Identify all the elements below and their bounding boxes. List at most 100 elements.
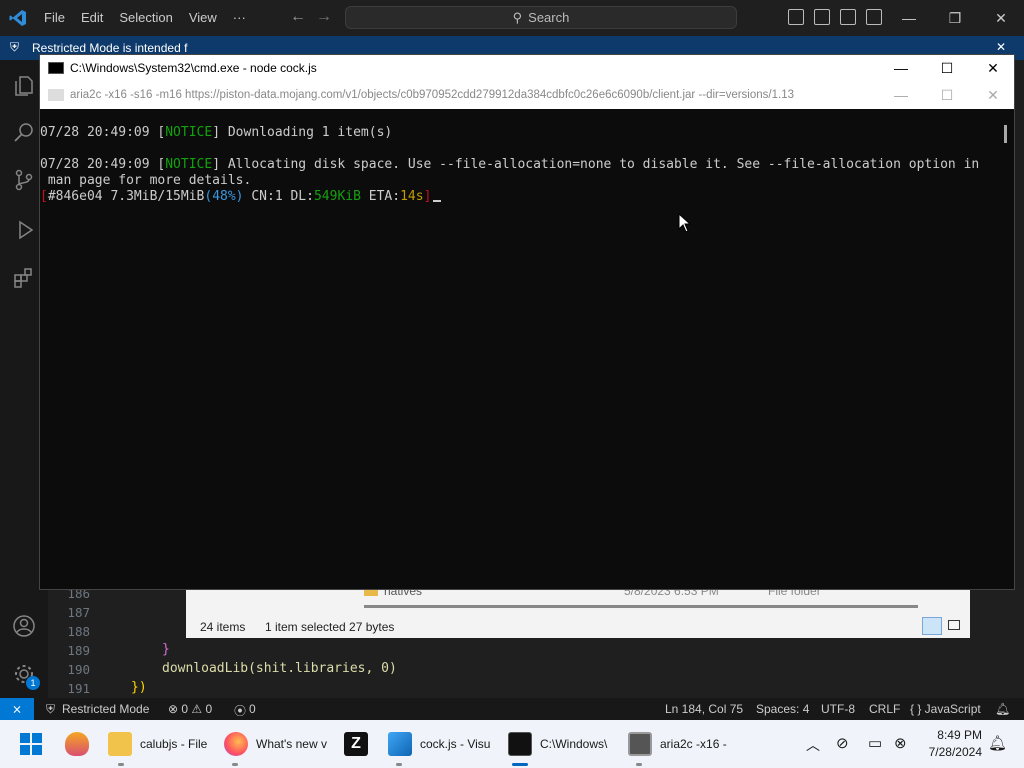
running-indicator (232, 763, 238, 766)
language-mode[interactable]: { } JavaScript (910, 702, 981, 716)
console-window-icon (628, 732, 652, 756)
status-bar: ⨯ ⛨ Restricted Mode ⊗ 0 ⚠ 0 ⦿ 0 Ln 184, … (0, 698, 1024, 720)
problems-status[interactable]: ⊗ 0 ⚠ 0 (168, 702, 212, 716)
folder-icon (108, 732, 132, 756)
ports-status[interactable]: 0 (249, 702, 256, 716)
close-button[interactable]: ✕ (978, 0, 1024, 36)
zed-icon: Z (344, 732, 368, 756)
terminal-line: 07/28 20:49:09 [NOTICE] Downloading 1 it… (40, 125, 393, 140)
search-icon[interactable] (12, 120, 36, 144)
terminal-scrollbar[interactable] (1001, 109, 1014, 589)
toggle-secondary-sidebar-icon[interactable] (840, 9, 856, 25)
aria2c-maximize-button[interactable]: ☐ (924, 82, 970, 108)
mouse-pointer-icon (678, 213, 692, 233)
code-line: downloadLib(shit.libraries, 0) (162, 661, 397, 676)
remote-icon[interactable]: ⨯ (0, 698, 34, 720)
tiles-view-icon[interactable] (948, 620, 960, 630)
aria2c-close-button[interactable]: ✕ (970, 82, 1016, 108)
encoding[interactable]: UTF-8 (821, 702, 855, 716)
taskbar-cmd[interactable]: C:\Windows\ (508, 720, 607, 768)
minimize-button[interactable]: — (886, 0, 932, 36)
explorer-icon[interactable] (12, 74, 36, 98)
firefox-icon (224, 732, 248, 756)
banner-text: Restricted Mode is intended f (32, 41, 188, 55)
aria2c-window-icon (48, 89, 64, 101)
menu-file[interactable]: File (36, 0, 73, 36)
line-number: 191 (67, 681, 90, 696)
chevron-up-icon[interactable]: ︿ (806, 735, 820, 755)
toggle-sidebar-icon[interactable] (788, 9, 804, 25)
text-cursor (433, 200, 442, 202)
restore-button[interactable]: ❐ (932, 0, 978, 36)
copilot-icon[interactable] (65, 732, 89, 756)
horizontal-scrollbar[interactable] (364, 605, 918, 608)
running-indicator (396, 763, 402, 766)
file-explorer-window[interactable]: natives 5/8/2023 6:53 PM File folder 24 … (186, 584, 970, 638)
running-indicator (636, 763, 642, 766)
details-view-icon[interactable] (922, 617, 942, 635)
active-indicator (512, 763, 528, 766)
cursor-position[interactable]: Ln 184, Col 75 (665, 702, 743, 716)
network-icon[interactable]: ▭ (868, 734, 882, 752)
forward-arrow-icon[interactable]: → (316, 8, 332, 26)
cmd-window[interactable]: C:\Windows\System32\cmd.exe - node cock.… (39, 54, 1015, 590)
aria2c-minimize-button[interactable]: — (878, 82, 924, 108)
code-line: }) (131, 680, 147, 695)
banner-close-icon[interactable]: ✕ (996, 40, 1006, 54)
notifications-bell-icon[interactable]: 🔔︎ (995, 702, 1010, 716)
scrollbar-thumb[interactable] (1004, 125, 1007, 143)
source-control-icon[interactable] (12, 168, 36, 192)
command-search-box[interactable]: ⚲ Search (345, 6, 737, 29)
clock-date[interactable]: 7/28/2024 (924, 745, 982, 759)
no-network-icon[interactable]: ⊘ (836, 734, 849, 752)
customize-layout-icon[interactable] (866, 9, 882, 25)
clock-time[interactable]: 8:49 PM (924, 728, 982, 742)
taskbar-aria2c[interactable]: aria2c -x16 - (628, 720, 727, 768)
vscode-titlebar: File Edit Selection View ··· ← → ⚲ Searc… (0, 0, 1024, 36)
taskbar-zed[interactable]: Z (344, 720, 368, 768)
accounts-icon[interactable] (12, 614, 36, 638)
cmd-maximize-button[interactable]: ☐ (924, 55, 970, 81)
cmd-title-text: C:\Windows\System32\cmd.exe - node cock.… (70, 61, 317, 75)
terminal-line: 07/28 20:49:09 [NOTICE] Allocating disk … (40, 157, 980, 172)
menu-edit[interactable]: Edit (73, 0, 111, 36)
toggle-panel-icon[interactable] (814, 9, 830, 25)
running-indicator (118, 763, 124, 766)
cmd-titlebar[interactable]: C:\Windows\System32\cmd.exe - node cock.… (40, 55, 1014, 81)
line-number: 190 (67, 662, 90, 677)
volume-muted-icon[interactable]: ⊗ (894, 734, 907, 752)
cmd-icon (48, 62, 64, 74)
line-ending[interactable]: CRLF (869, 702, 900, 716)
cmd-close-button[interactable]: ✕ (970, 55, 1016, 81)
item-count: 24 items (200, 620, 246, 634)
code-line: } (162, 642, 170, 657)
extensions-icon[interactable] (12, 266, 36, 290)
shield-icon: ⛨ (46, 702, 56, 716)
back-arrow-icon[interactable]: ← (290, 8, 306, 26)
selection-info: 1 item selected 27 bytes (265, 620, 395, 634)
line-number: 188 (67, 624, 90, 639)
vscode-icon (388, 732, 412, 756)
taskbar: calubjs - File What's new v Z cock.js - … (0, 720, 1024, 768)
taskbar-vscode[interactable]: cock.js - Visu (388, 720, 490, 768)
restricted-mode-status[interactable]: Restricted Mode (62, 702, 149, 716)
terminal-output[interactable]: 07/28 20:49:09 [NOTICE] Downloading 1 it… (40, 109, 1000, 589)
indentation[interactable]: Spaces: 4 (756, 702, 809, 716)
shield-icon: ⛨ (10, 40, 20, 54)
progress-line: [#846e04 7.3MiB/15MiB(48%) CN:1 DL:549Ki… (40, 189, 442, 204)
cmd-minimize-button[interactable]: — (878, 55, 924, 81)
search-placeholder: Search (528, 10, 570, 25)
line-number: 189 (67, 643, 90, 658)
taskbar-firefox[interactable]: What's new v (224, 720, 327, 768)
vscode-logo-icon (0, 0, 36, 36)
aria2c-titlebar[interactable]: aria2c -x16 -s16 -m16 https://piston-dat… (40, 81, 1014, 109)
start-windows-icon[interactable] (20, 733, 42, 755)
notification-bell-icon[interactable]: 🔔︎ (988, 734, 1007, 752)
cmd-icon (508, 732, 532, 756)
menu-view[interactable]: View (181, 0, 225, 36)
line-number: 187 (67, 605, 90, 620)
menu-selection[interactable]: Selection (111, 0, 180, 36)
taskbar-file-explorer[interactable]: calubjs - File (108, 720, 207, 768)
menu-more[interactable]: ··· (225, 0, 254, 36)
run-debug-icon[interactable] (12, 218, 36, 242)
